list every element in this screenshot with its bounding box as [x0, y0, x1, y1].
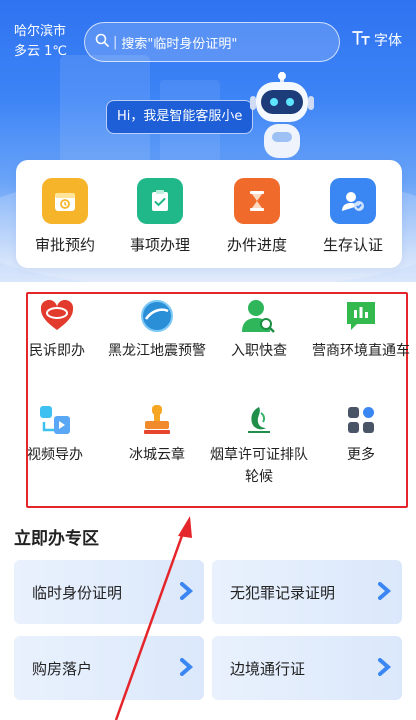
tile-label: 临时身份证明 — [32, 583, 123, 602]
service-progress[interactable]: 办件进度 — [209, 178, 305, 255]
search-placeholder: 搜索"临时身份证明" — [121, 36, 238, 52]
app-label: 更多 — [347, 447, 375, 463]
grid-more-icon — [343, 402, 379, 438]
app-label: 烟草许可证排队轮候 — [210, 447, 308, 485]
chat-bars-icon — [343, 298, 379, 334]
section-title: 立即办专区 — [14, 529, 99, 549]
location-weather[interactable]: 哈尔滨市 多云 1℃ — [14, 22, 67, 62]
clipboard-check-icon — [137, 178, 183, 224]
app-label: 冰城云章 — [129, 447, 185, 463]
app-item[interactable]: 黑龙江地震预警 — [108, 298, 206, 362]
search-icon — [95, 33, 109, 51]
service-label: 生存认证 — [322, 236, 383, 254]
weather-text: 多云 1℃ — [14, 44, 68, 59]
robot-assistant-icon[interactable] — [250, 72, 314, 168]
font-size-label: 字体 — [374, 33, 402, 49]
app-label: 视频导办 — [27, 447, 83, 463]
globe-logo-icon — [139, 298, 175, 334]
tobacco-logo-icon — [241, 402, 277, 438]
chevron-right-icon — [180, 582, 194, 604]
video-guide-icon — [37, 402, 73, 438]
app-item[interactable]: 烟草许可证排队轮候 — [210, 402, 308, 488]
search-divider: | — [113, 34, 118, 50]
app-item[interactable]: 视频导办 — [6, 402, 104, 466]
service-label: 事项办理 — [129, 236, 190, 254]
tile-label: 购房落户 — [32, 659, 93, 678]
user-verify-icon — [330, 178, 376, 224]
app-item[interactable]: 入职快查 — [210, 298, 308, 362]
calendar-icon — [42, 178, 88, 224]
app-item[interactable]: 营商环境直通车 — [312, 298, 410, 362]
service-label: 审批预约 — [34, 236, 95, 254]
service-label: 办件进度 — [226, 236, 287, 254]
chevron-right-icon — [378, 658, 392, 680]
service-approval-appointment[interactable]: 审批预约 — [17, 178, 113, 255]
chevron-right-icon — [378, 582, 392, 604]
stamp-icon — [139, 402, 175, 438]
tile-label: 无犯罪记录证明 — [230, 583, 336, 602]
font-size-button[interactable]: 字体 — [352, 30, 402, 50]
tile-label: 边境通行证 — [230, 659, 306, 678]
service-survival-certification[interactable]: 生存认证 — [305, 178, 401, 255]
quick-tile[interactable]: 边境通行证 — [212, 636, 402, 700]
app-item[interactable]: 民诉即办 — [8, 298, 106, 362]
app-label: 入职快查 — [231, 343, 287, 359]
app-label: 民诉即办 — [29, 343, 85, 359]
service-item-handling[interactable]: 事项办理 — [112, 178, 208, 255]
hourglass-icon — [234, 178, 280, 224]
app-label: 营商环境直通车 — [312, 343, 410, 359]
quick-tile[interactable]: 购房落户 — [14, 636, 204, 700]
chevron-right-icon — [180, 658, 194, 680]
city-name: 哈尔滨市 — [14, 24, 67, 39]
app-label: 黑龙江地震预警 — [108, 343, 206, 359]
quick-tile[interactable]: 临时身份证明 — [14, 560, 204, 624]
app-item[interactable]: 冰城云章 — [108, 402, 206, 466]
person-search-icon — [241, 298, 277, 334]
app-item[interactable]: 更多 — [312, 402, 410, 466]
quick-tile[interactable]: 无犯罪记录证明 — [212, 560, 402, 624]
heart-logo-icon — [39, 298, 75, 334]
font-size-icon — [352, 30, 370, 50]
search-input[interactable]: | 搜索"临时身份证明" — [84, 22, 340, 62]
assistant-greeting-bubble[interactable]: Hi，我是智能客服小e — [106, 100, 254, 134]
